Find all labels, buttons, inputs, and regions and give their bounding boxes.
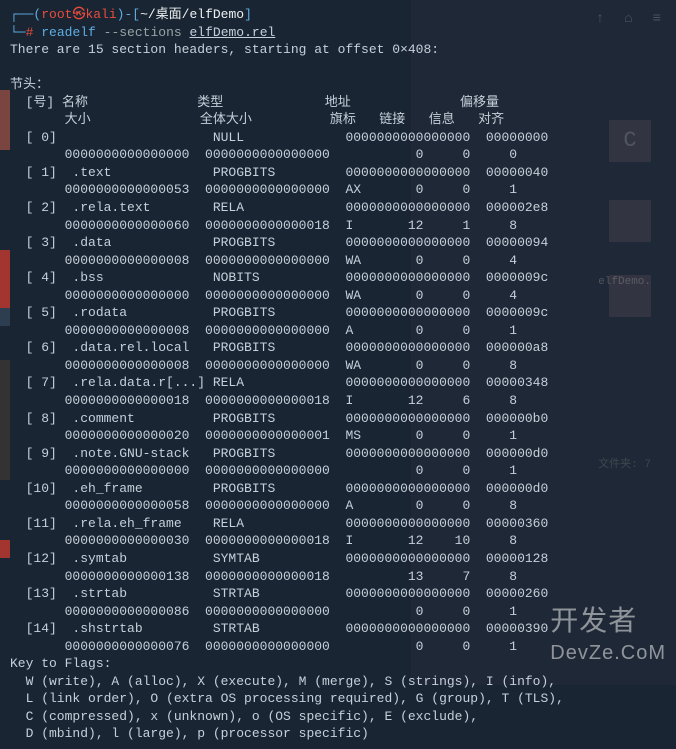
section-row-line1: [ 6] .data.rel.local PROGBITS 0000000000… (10, 339, 666, 357)
section-row-line1: [ 2] .rela.text RELA 0000000000000000 00… (10, 199, 666, 217)
column-header-row-1: [号] 名称 类型 地址 偏移量 (10, 94, 666, 112)
section-row-line2: 0000000000000008 0000000000000000 A 0 0 … (10, 322, 666, 340)
command-flag: --sections (104, 25, 182, 40)
watermark-en: DevZe.CoM (550, 640, 666, 667)
key-flags-line: W (write), A (alloc), X (execute), M (me… (10, 673, 666, 691)
output-header: There are 15 section headers, starting a… (10, 41, 666, 59)
section-row-line2: 0000000000000008 0000000000000000 WA 0 0… (10, 357, 666, 375)
section-row-line1: [11] .rela.eh_frame RELA 000000000000000… (10, 515, 666, 533)
column-header-row-2: 大小 全体大小 旗标 链接 信息 对齐 (10, 111, 666, 129)
col-num: [号] (26, 95, 55, 110)
sections-list: [ 0] NULL 0000000000000000 00000000 0000… (10, 129, 666, 655)
prompt-path: ~/桌面/elfDemo (140, 7, 244, 22)
col-type: 类型 (197, 95, 223, 110)
prompt-symbol: # (26, 25, 34, 40)
col-name: 名称 (62, 95, 88, 110)
section-row-line2: 0000000000000000 0000000000000000 WA 0 0… (10, 287, 666, 305)
section-row-line1: [ 8] .comment PROGBITS 0000000000000000 … (10, 410, 666, 428)
section-row-line1: [12] .symtab SYMTAB 0000000000000000 000… (10, 550, 666, 568)
prompt-line-2: └─# readelf --sections elfDemo.rel (10, 24, 666, 42)
section-header-title: 节头： (10, 76, 666, 94)
section-row-line2: 0000000000000000 0000000000000000 0 0 0 (10, 146, 666, 164)
section-row-line1: [ 4] .bss NOBITS 0000000000000000 000000… (10, 269, 666, 287)
section-row-line1: [ 3] .data PROGBITS 0000000000000000 000… (10, 234, 666, 252)
section-row-line1: [ 9] .note.GNU-stack PROGBITS 0000000000… (10, 445, 666, 463)
prompt-line-1: ┌──(root㉿kali)-[~/桌面/elfDemo] (10, 6, 666, 24)
command-name: readelf (41, 25, 96, 40)
col-flags: 旗标 (330, 112, 356, 127)
section-row-line2: 0000000000000018 0000000000000018 I 12 6… (10, 392, 666, 410)
watermark-cn: 开发者 (550, 602, 666, 640)
col-addr: 地址 (325, 95, 351, 110)
section-row-line1: [13] .strtab STRTAB 0000000000000000 000… (10, 585, 666, 603)
section-row-line2: 0000000000000138 0000000000000018 13 7 8 (10, 568, 666, 586)
prompt-host: kali (85, 7, 116, 22)
col-link: 链接 (379, 112, 405, 127)
key-flags-line: L (link order), O (extra OS processing r… (10, 690, 666, 708)
col-offset: 偏移量 (460, 95, 499, 110)
prompt-user: root (41, 7, 72, 22)
key-flags-list: W (write), A (alloc), X (execute), M (me… (10, 673, 666, 743)
col-entsize: 全体大小 (200, 112, 252, 127)
section-row-line2: 0000000000000058 0000000000000000 A 0 0 … (10, 497, 666, 515)
section-row-line2: 0000000000000000 0000000000000000 0 0 1 (10, 462, 666, 480)
watermark: 开发者 DevZe.CoM (550, 602, 666, 667)
section-row-line1: [ 1] .text PROGBITS 0000000000000000 000… (10, 164, 666, 182)
blank-line (10, 59, 666, 77)
section-row-line1: [10] .eh_frame PROGBITS 0000000000000000… (10, 480, 666, 498)
section-row-line1: [ 5] .rodata PROGBITS 0000000000000000 0… (10, 304, 666, 322)
key-flags-line: C (compressed), x (unknown), o (OS speci… (10, 708, 666, 726)
section-row-line1: [ 0] NULL 0000000000000000 00000000 (10, 129, 666, 147)
section-row-line2: 0000000000000020 0000000000000001 MS 0 0… (10, 427, 666, 445)
key-flags-line: D (mbind), l (large), p (processor speci… (10, 725, 666, 743)
section-row-line2: 0000000000000053 0000000000000000 AX 0 0… (10, 181, 666, 199)
col-size: 大小 (65, 112, 91, 127)
col-info: 信息 (429, 112, 455, 127)
section-row-line2: 0000000000000030 0000000000000018 I 12 1… (10, 532, 666, 550)
section-row-line2: 0000000000000060 0000000000000018 I 12 1… (10, 217, 666, 235)
command-arg: elfDemo.rel (189, 25, 275, 40)
col-align: 对齐 (478, 112, 504, 127)
section-row-line2: 0000000000000008 0000000000000000 WA 0 0… (10, 252, 666, 270)
section-row-line1: [ 7] .rela.data.r[...] RELA 000000000000… (10, 374, 666, 392)
